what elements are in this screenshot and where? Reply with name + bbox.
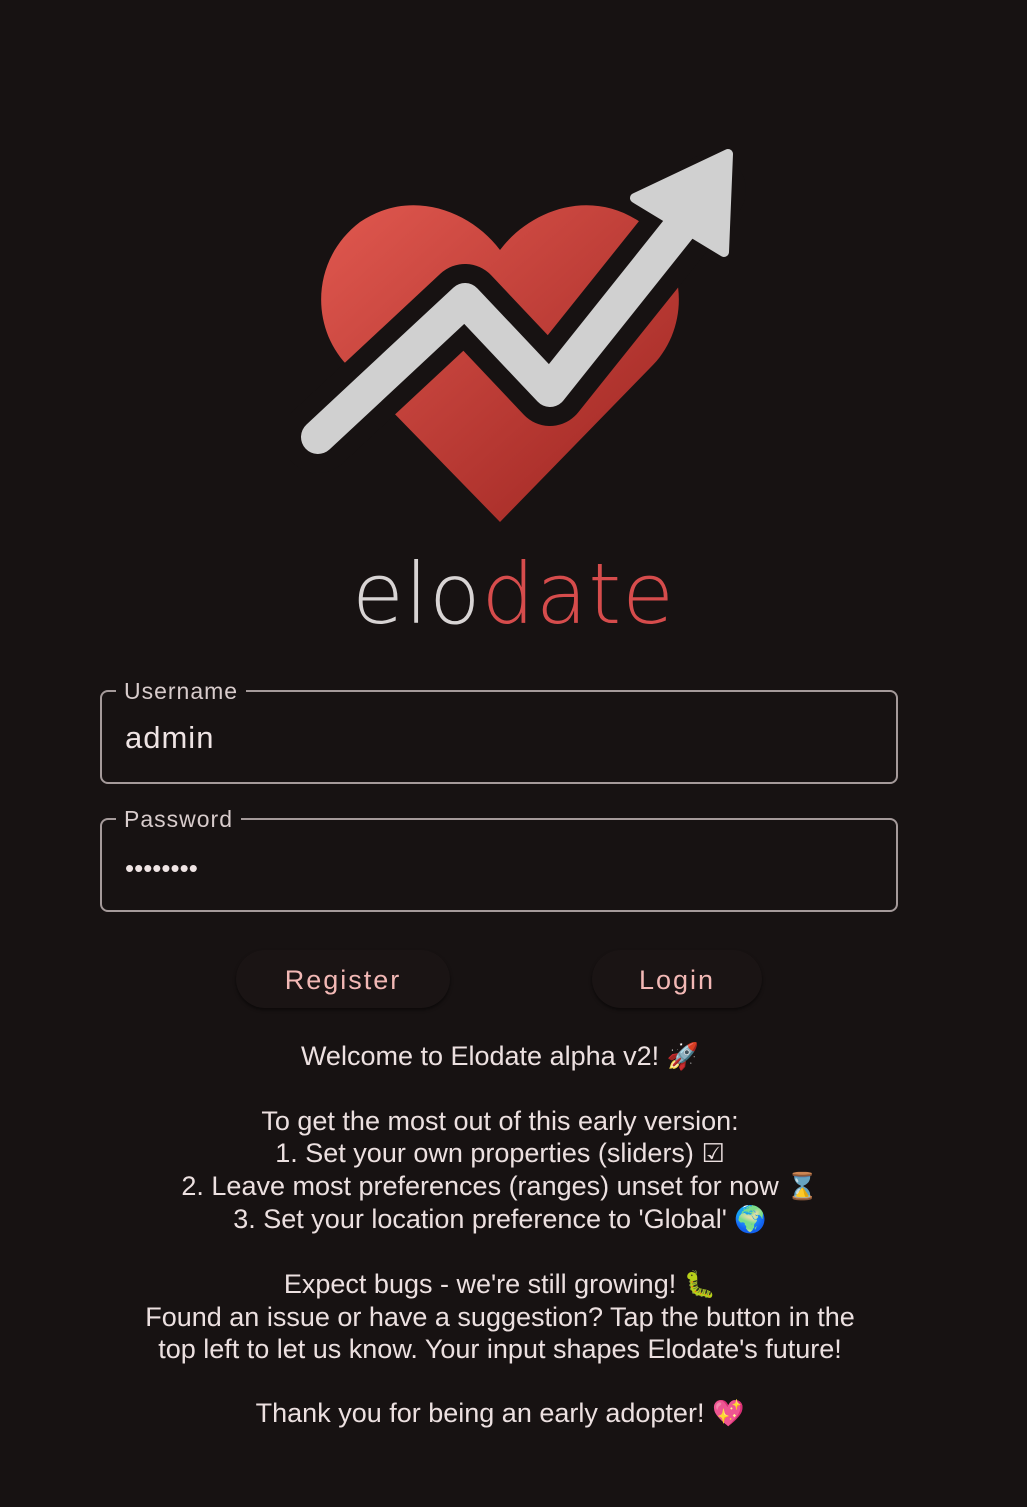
welcome-message: Welcome to Elodate alpha v2! 🚀 To get th… — [60, 1040, 940, 1430]
tips-intro-line: To get the most out of this early versio… — [261, 1106, 739, 1136]
feedback-line-2: top left to let us know. Your input shap… — [158, 1334, 842, 1364]
username-label: Username — [116, 678, 247, 704]
register-button[interactable]: Register — [236, 950, 450, 1008]
password-label: Password — [116, 806, 241, 832]
app-wordmark: elodate — [0, 544, 1027, 644]
thanks-line: Thank you for being an early adopter! 💖 — [255, 1398, 745, 1429]
bugs-line: Expect bugs - we're still growing! 🐛 — [283, 1269, 717, 1300]
wordmark-date: date — [481, 545, 675, 643]
welcome-line: Welcome to Elodate alpha v2! 🚀 — [300, 1041, 700, 1072]
tip-line-2: 2. Leave most preferences (ranges) unset… — [181, 1171, 819, 1202]
tip-line-3: 3. Set your location preference to 'Glob… — [233, 1204, 767, 1235]
checkbox-icon: ☑ — [701, 1139, 725, 1169]
username-input[interactable]: admin — [125, 720, 865, 756]
password-input[interactable]: •••••••• — [125, 850, 865, 886]
login-button[interactable]: Login — [592, 950, 762, 1008]
rocket-icon: 🚀 — [666, 1042, 700, 1072]
feedback-line-1: Found an issue or have a suggestion? Tap… — [145, 1302, 855, 1332]
tip-line-1: 1. Set your own properties (sliders) ☑ — [275, 1138, 725, 1169]
hourglass-icon: ⌛ — [786, 1172, 819, 1202]
wordmark-elo: elo — [352, 545, 482, 643]
bug-icon: 🐛 — [683, 1270, 717, 1300]
sparkling-heart-icon: 💖 — [711, 1399, 745, 1429]
password-field[interactable]: Password •••••••• — [100, 806, 898, 912]
login-page: elodate Username admin Password ••••••••… — [0, 0, 1027, 1507]
elodate-logo — [290, 149, 746, 522]
globe-icon: 🌍 — [734, 1205, 767, 1235]
username-field[interactable]: Username admin — [100, 678, 898, 784]
